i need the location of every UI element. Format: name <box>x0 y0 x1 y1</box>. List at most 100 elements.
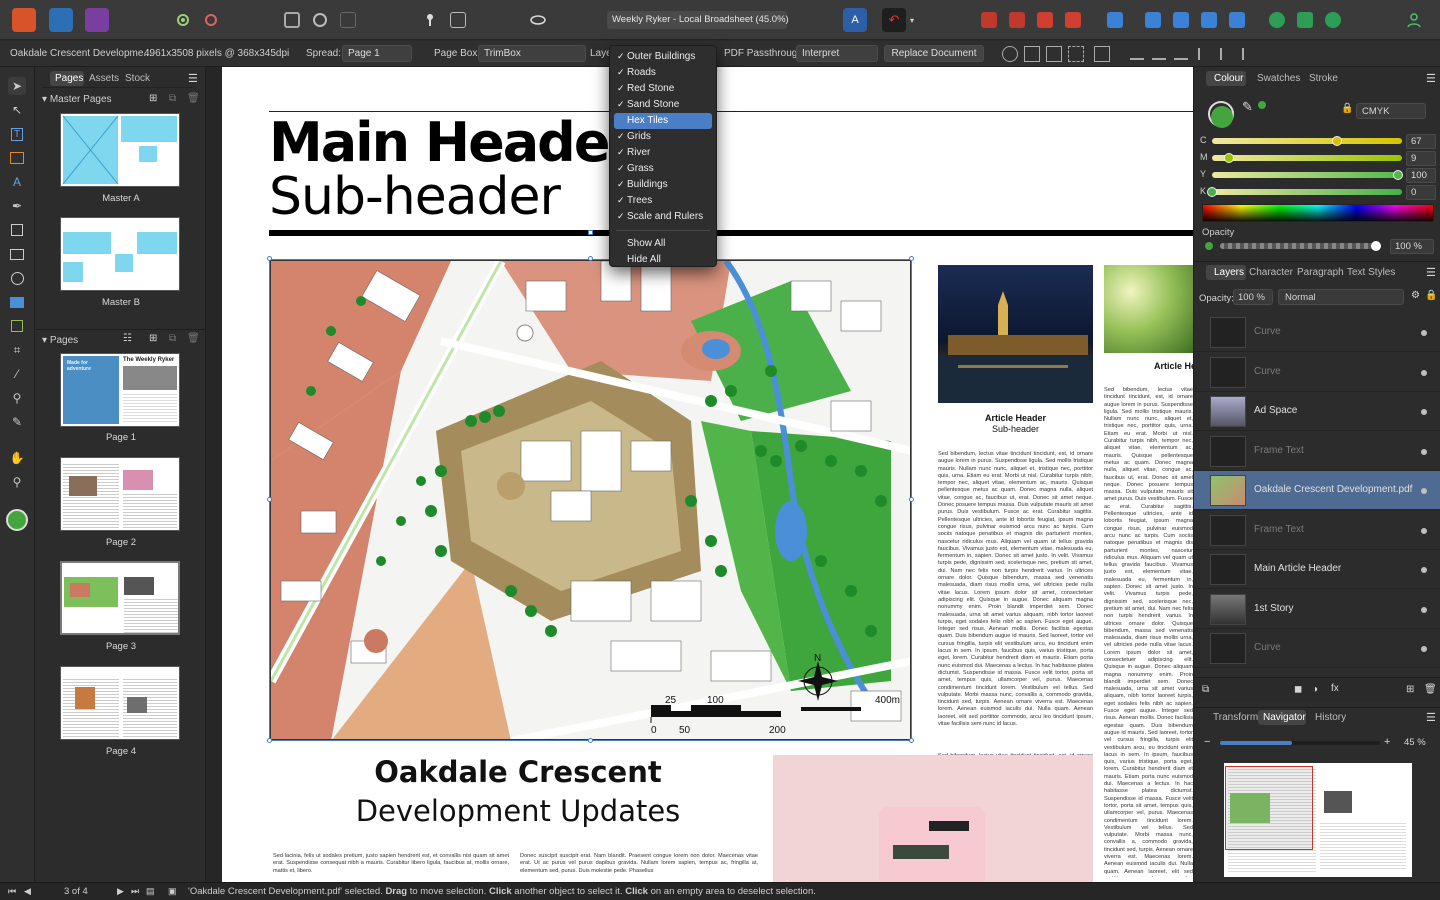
snapping-gear-icon[interactable] <box>199 8 223 32</box>
resize-handle-l[interactable] <box>267 497 272 502</box>
view-hand-icon[interactable]: ✋ <box>8 449 26 467</box>
cmyk-value-c[interactable]: 67 <box>1406 134 1436 149</box>
settings-gear-icon[interactable] <box>171 8 195 32</box>
site-plan-map[interactable]: N 25 100 0 50 200 400m <box>269 259 912 741</box>
page-options-icon[interactable]: ☷ <box>123 333 132 344</box>
tab-text-styles[interactable]: Text Styles <box>1347 267 1395 278</box>
picture-frame-rect-icon[interactable] <box>8 245 26 263</box>
menu-item-grass[interactable]: ✓ Grass <box>614 161 712 177</box>
align-top-icon[interactable] <box>1198 48 1210 60</box>
first-page-icon[interactable]: ⏮ <box>8 886 16 897</box>
visibility-dot-icon[interactable] <box>1421 409 1427 415</box>
add-page-icon[interactable]: ⊞ <box>149 333 157 344</box>
pixel-persona-icon[interactable] <box>49 8 73 32</box>
page-3-thumbnail[interactable] <box>60 561 180 635</box>
align-bottom-icon[interactable] <box>1242 48 1254 60</box>
arrange-front-icon[interactable] <box>1061 8 1085 32</box>
tab-navigator[interactable]: Navigator <box>1263 712 1306 723</box>
blend-mode-select[interactable]: Normal <box>1278 289 1404 305</box>
flip-horizontal-icon[interactable] <box>1141 8 1165 32</box>
spread-select[interactable]: Page 1 <box>342 45 412 62</box>
delete-page-icon[interactable]: 🗑 <box>187 333 200 344</box>
visibility-dot-icon[interactable] <box>1421 448 1427 455</box>
undo-icon[interactable]: ↶ <box>882 8 906 32</box>
arrange-forward-icon[interactable] <box>1033 8 1057 32</box>
tab-colour[interactable]: Colour <box>1214 73 1243 84</box>
bleed-icon[interactable] <box>308 8 332 32</box>
delete-layer-icon[interactable]: 🗑 <box>1424 684 1437 695</box>
layer-lock-icon[interactable]: 🔒 <box>1425 290 1437 301</box>
rotation-handle[interactable] <box>588 230 593 235</box>
visibility-dot-icon[interactable] <box>1421 330 1427 336</box>
text-frame-icon[interactable]: A <box>843 8 867 32</box>
add-master-icon[interactable]: ⊞ <box>149 93 157 104</box>
tab-paragraph[interactable]: Paragraph <box>1297 267 1344 278</box>
article2-header[interactable]: Article He <box>1154 361 1193 371</box>
rotate-left-icon[interactable] <box>1197 8 1221 32</box>
menu-item-trees[interactable]: ✓ Trees <box>614 193 712 209</box>
menu-item-hex-tiles[interactable]: Hex Tiles <box>614 113 712 129</box>
menu-item-outer-buildings[interactable]: ✓ Outer Buildings <box>614 49 712 65</box>
align-middle-icon[interactable] <box>1220 48 1232 60</box>
document-info[interactable]: 4961x3508 pixels @ 368x345dpi <box>144 48 289 59</box>
fill-tool-icon[interactable]: ⚲ <box>8 389 26 407</box>
page-options-icon[interactable]: ▤ <box>146 886 155 897</box>
rotate-right-icon[interactable] <box>1225 8 1249 32</box>
picture-frame-ellipse-icon[interactable] <box>8 269 26 287</box>
transform-origin-icon[interactable] <box>1002 46 1018 62</box>
resize-handle-bl[interactable] <box>267 738 272 743</box>
panel-menu-icon[interactable]: ☰ <box>1426 72 1436 85</box>
chevron-down-icon[interactable]: ▾ <box>906 8 918 32</box>
fill-color-swatch[interactable] <box>1211 106 1233 128</box>
grid-icon[interactable] <box>1068 46 1084 62</box>
align-right-icon[interactable] <box>1174 48 1188 60</box>
visibility-dot-icon[interactable] <box>1421 488 1427 494</box>
tab-swatches[interactable]: Swatches <box>1257 73 1300 84</box>
layer-gear-icon[interactable]: ⚙ <box>1411 290 1420 301</box>
replace-document-button[interactable]: Replace Document <box>884 45 984 62</box>
fit-content-icon[interactable] <box>1046 46 1062 62</box>
navigator-viewport[interactable] <box>1225 766 1313 850</box>
text-wrap-icon[interactable] <box>446 8 470 32</box>
cmyk-value-m[interactable]: 9 <box>1406 151 1436 166</box>
visibility-dot-icon[interactable] <box>1421 527 1427 534</box>
resize-handle-br[interactable] <box>909 738 914 743</box>
story-body-col2[interactable]: Donec suscipit suscipit erat. Nam blandi… <box>520 853 758 881</box>
duplicate-page-icon[interactable]: ⧉ <box>169 333 176 344</box>
transparency-tool-icon[interactable]: ⁄ <box>8 365 26 383</box>
panel-menu-icon[interactable]: ☰ <box>188 72 198 85</box>
panel-menu-icon[interactable]: ☰ <box>1426 266 1436 279</box>
zoom-tool-icon[interactable]: ⚲ <box>8 473 26 491</box>
frame-text-tool-icon[interactable]: T <box>8 125 26 143</box>
align-icon[interactable] <box>1103 8 1127 32</box>
menu-item-grids[interactable]: ✓ Grids <box>614 129 712 145</box>
menu-item-red-stone[interactable]: ✓ Red Stone <box>614 81 712 97</box>
article1-subheader[interactable]: Sub-header <box>938 424 1093 434</box>
cmyk-slider-k[interactable] <box>1212 189 1402 195</box>
tab-assets[interactable]: Assets <box>89 73 119 84</box>
story-title-line1[interactable]: Oakdale Crescent <box>269 755 767 789</box>
menu-item-buildings[interactable]: ✓ Buildings <box>614 177 712 193</box>
move-tool-icon[interactable]: ➤ <box>8 77 26 95</box>
node-tool-icon[interactable]: ↖ <box>8 101 26 119</box>
layer-row[interactable]: Oakdale Crescent Development.pdf <box>1194 471 1440 510</box>
tab-pages[interactable]: Pages <box>55 73 83 84</box>
user-account-icon[interactable] <box>1402 8 1426 32</box>
visibility-dot-icon[interactable] <box>1421 646 1427 652</box>
resize-handle-tl[interactable] <box>267 256 272 261</box>
layer-mask-icon[interactable]: ⧉ <box>1202 684 1209 695</box>
sub-header[interactable]: Sub-header <box>269 167 561 227</box>
passthrough-select[interactable]: Interpret <box>796 45 878 62</box>
page-2-thumbnail[interactable] <box>60 457 180 531</box>
fx-icon[interactable]: fx <box>1331 683 1339 694</box>
resize-handle-tr[interactable] <box>909 256 914 261</box>
cmyk-slider-m[interactable] <box>1212 155 1402 161</box>
cmyk-knob-k[interactable] <box>1207 187 1217 197</box>
align-center-icon[interactable] <box>1152 48 1166 60</box>
flip-vertical-icon[interactable] <box>1169 8 1193 32</box>
article2-body[interactable]: Sed bibendum, lectus vitae tincidunt tin… <box>1104 387 1193 877</box>
resize-handle-t[interactable] <box>588 256 593 261</box>
visibility-dot-icon[interactable] <box>1421 606 1427 613</box>
link-icon[interactable] <box>526 8 550 32</box>
prev-page-icon[interactable]: ◀ <box>24 886 31 897</box>
